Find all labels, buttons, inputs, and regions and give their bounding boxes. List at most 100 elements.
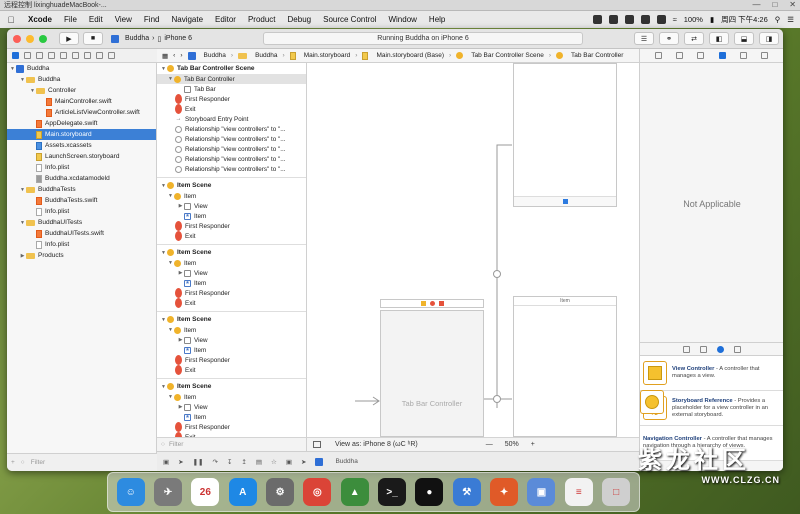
disclosure-open-icon[interactable]: ▼: [167, 327, 174, 333]
step-over-icon[interactable]: ↷: [213, 458, 218, 466]
window-minimize-icon[interactable]: [26, 34, 34, 43]
photo-booth-icon[interactable]: ✦: [490, 478, 519, 506]
menu-window[interactable]: Window: [382, 15, 422, 24]
project-navigator-icon[interactable]: [12, 52, 19, 59]
wifi-icon[interactable]: ≈: [673, 15, 677, 24]
debug-navigator-icon[interactable]: [84, 52, 91, 59]
controller-dock-icon[interactable]: [420, 301, 426, 306]
item-view-controller[interactable]: Item: [513, 296, 617, 437]
outline-entry-point[interactable]: → Storyboard Entry Point: [157, 114, 306, 124]
disclosure-open-icon[interactable]: ▼: [160, 384, 167, 390]
disclosure-closed-icon[interactable]: ▶: [177, 337, 184, 343]
clock[interactable]: 周四 下午4:26: [721, 14, 768, 25]
disclosure-closed-icon[interactable]: ▶: [19, 253, 26, 259]
scene-header[interactable]: ▼ Item Scene: [157, 381, 306, 392]
outline-first-responder[interactable]: First Responder: [157, 288, 306, 298]
menu-app-name[interactable]: Xcode: [22, 15, 58, 24]
simulate-location-icon[interactable]: ➤: [301, 458, 306, 466]
menu-file[interactable]: File: [58, 15, 83, 24]
identity-inspector-icon[interactable]: [697, 52, 705, 59]
spotlight-icon[interactable]: ⚲: [775, 15, 781, 24]
outline-first-responder[interactable]: First Responder: [157, 94, 306, 104]
launchpad-icon[interactable]: ✈: [154, 478, 183, 506]
scene-header[interactable]: ▼ Item Scene: [157, 180, 306, 191]
outline-view[interactable]: ▶ View: [157, 201, 306, 211]
stop-button[interactable]: ■: [83, 32, 103, 45]
source-control-navigator-icon[interactable]: [24, 52, 31, 59]
apple-menu-icon[interactable]: : [0, 15, 22, 25]
outline-item-controller[interactable]: ▼ Item: [157, 191, 306, 201]
outline-view[interactable]: ▶ View: [157, 402, 306, 412]
scene-header[interactable]: ▼ Tab Bar Controller Scene: [157, 63, 306, 74]
system-preferences-icon[interactable]: ⚙: [266, 478, 295, 506]
navigator-item[interactable]: ▼ BuddhaUITests: [7, 217, 156, 228]
disclosure-open-icon[interactable]: ▼: [167, 260, 174, 266]
disclosure-open-icon[interactable]: ▼: [160, 317, 167, 323]
outline-tab-bar[interactable]: Tab Bar: [157, 84, 306, 94]
find-navigator-icon[interactable]: [48, 52, 55, 59]
jump-item-1[interactable]: Buddha: [255, 52, 277, 59]
android-studio-icon[interactable]: ▲: [340, 478, 369, 506]
jump-item-2[interactable]: Main.storyboard: [304, 52, 351, 59]
object-library-icon[interactable]: [717, 345, 724, 353]
toggle-outline-icon[interactable]: [313, 441, 321, 448]
test-navigator-icon[interactable]: [72, 52, 79, 59]
outline-tab-bar-item[interactable]: ★ Item: [157, 211, 306, 221]
outline-exit[interactable]: Exit: [157, 104, 306, 114]
qq-icon[interactable]: ●: [415, 478, 444, 506]
size-inspector-icon[interactable]: [739, 52, 747, 59]
preview-icon[interactable]: ▣: [527, 478, 556, 506]
item-view-controller[interactable]: [513, 63, 617, 207]
issue-navigator-icon[interactable]: [60, 52, 67, 59]
view-as-device[interactable]: View as: iPhone 8 (ωC ʰR): [335, 441, 418, 448]
step-out-icon[interactable]: ↥: [241, 458, 246, 466]
outline-tab-bar-controller[interactable]: ▼ Tab Bar Controller: [157, 74, 306, 84]
menu-edit[interactable]: Edit: [83, 15, 109, 24]
outline-first-responder[interactable]: First Responder: [157, 355, 306, 365]
symbol-navigator-icon[interactable]: [36, 52, 43, 59]
terminal-icon[interactable]: >_: [378, 478, 407, 506]
outline-tab-bar-item[interactable]: ★ Item: [157, 278, 306, 288]
menu-find[interactable]: Find: [138, 15, 166, 24]
menu-product[interactable]: Product: [242, 15, 282, 24]
disclosure-open-icon[interactable]: ▼: [9, 66, 16, 72]
jump-item-3[interactable]: Main.storyboard (Base): [376, 52, 444, 59]
outline-item-controller[interactable]: ▼ Item: [157, 392, 306, 402]
pause-icon[interactable]: ❚❚: [193, 458, 204, 466]
environment-icon[interactable]: ▣: [286, 458, 292, 466]
disclosure-open-icon[interactable]: ▼: [167, 76, 174, 82]
navigator-item[interactable]: ▼ Controller: [7, 85, 156, 96]
pen-icon[interactable]: [624, 15, 634, 24]
cast-icon[interactable]: [640, 15, 650, 24]
toggle-navigator-button[interactable]: ◧: [709, 32, 729, 45]
navigator-item[interactable]: LaunchScreen.storyboard: [7, 151, 156, 162]
navigator-item[interactable]: Buddha.xcdatamodeld: [7, 173, 156, 184]
close-icon[interactable]: ✕: [789, 0, 796, 9]
disclosure-open-icon[interactable]: ▼: [19, 187, 26, 193]
outline-tab-bar-item[interactable]: ★ Item: [157, 412, 306, 422]
menu-source-control[interactable]: Source Control: [317, 15, 382, 24]
hide-debug-area-icon[interactable]: ▣: [163, 458, 169, 466]
run-button[interactable]: ▶: [59, 32, 79, 45]
library-item-view-controller[interactable]: View Controller - A controller that mana…: [640, 356, 783, 391]
outline-relationship[interactable]: Relationship "view controllers" to "...: [157, 144, 306, 154]
version-editor-button[interactable]: ⇄: [684, 32, 704, 45]
outline-relationship[interactable]: Relationship "view controllers" to "...: [157, 124, 306, 134]
navigator-item[interactable]: Info.plist: [7, 239, 156, 250]
related-items-icon[interactable]: ▦: [162, 52, 168, 60]
restore-icon[interactable]: □: [772, 0, 777, 9]
disclosure-closed-icon[interactable]: ▶: [177, 203, 184, 209]
calendar-icon[interactable]: 26: [191, 478, 220, 506]
trash-icon[interactable]: □: [602, 478, 631, 506]
report-navigator-icon[interactable]: [108, 52, 115, 59]
document-icon[interactable]: ≡: [564, 478, 593, 506]
app-store-icon[interactable]: A: [228, 478, 257, 506]
disclosure-open-icon[interactable]: ▼: [19, 220, 26, 226]
media-library-icon[interactable]: [734, 345, 741, 353]
forward-icon[interactable]: ›: [180, 52, 182, 59]
window-close-icon[interactable]: [13, 34, 21, 43]
first-responder-dock-icon[interactable]: [429, 301, 435, 306]
menu-debug[interactable]: Debug: [282, 15, 318, 24]
outline-tab-bar-item[interactable]: ★ Item: [157, 345, 306, 355]
jump-item-0[interactable]: Buddha: [204, 52, 226, 59]
